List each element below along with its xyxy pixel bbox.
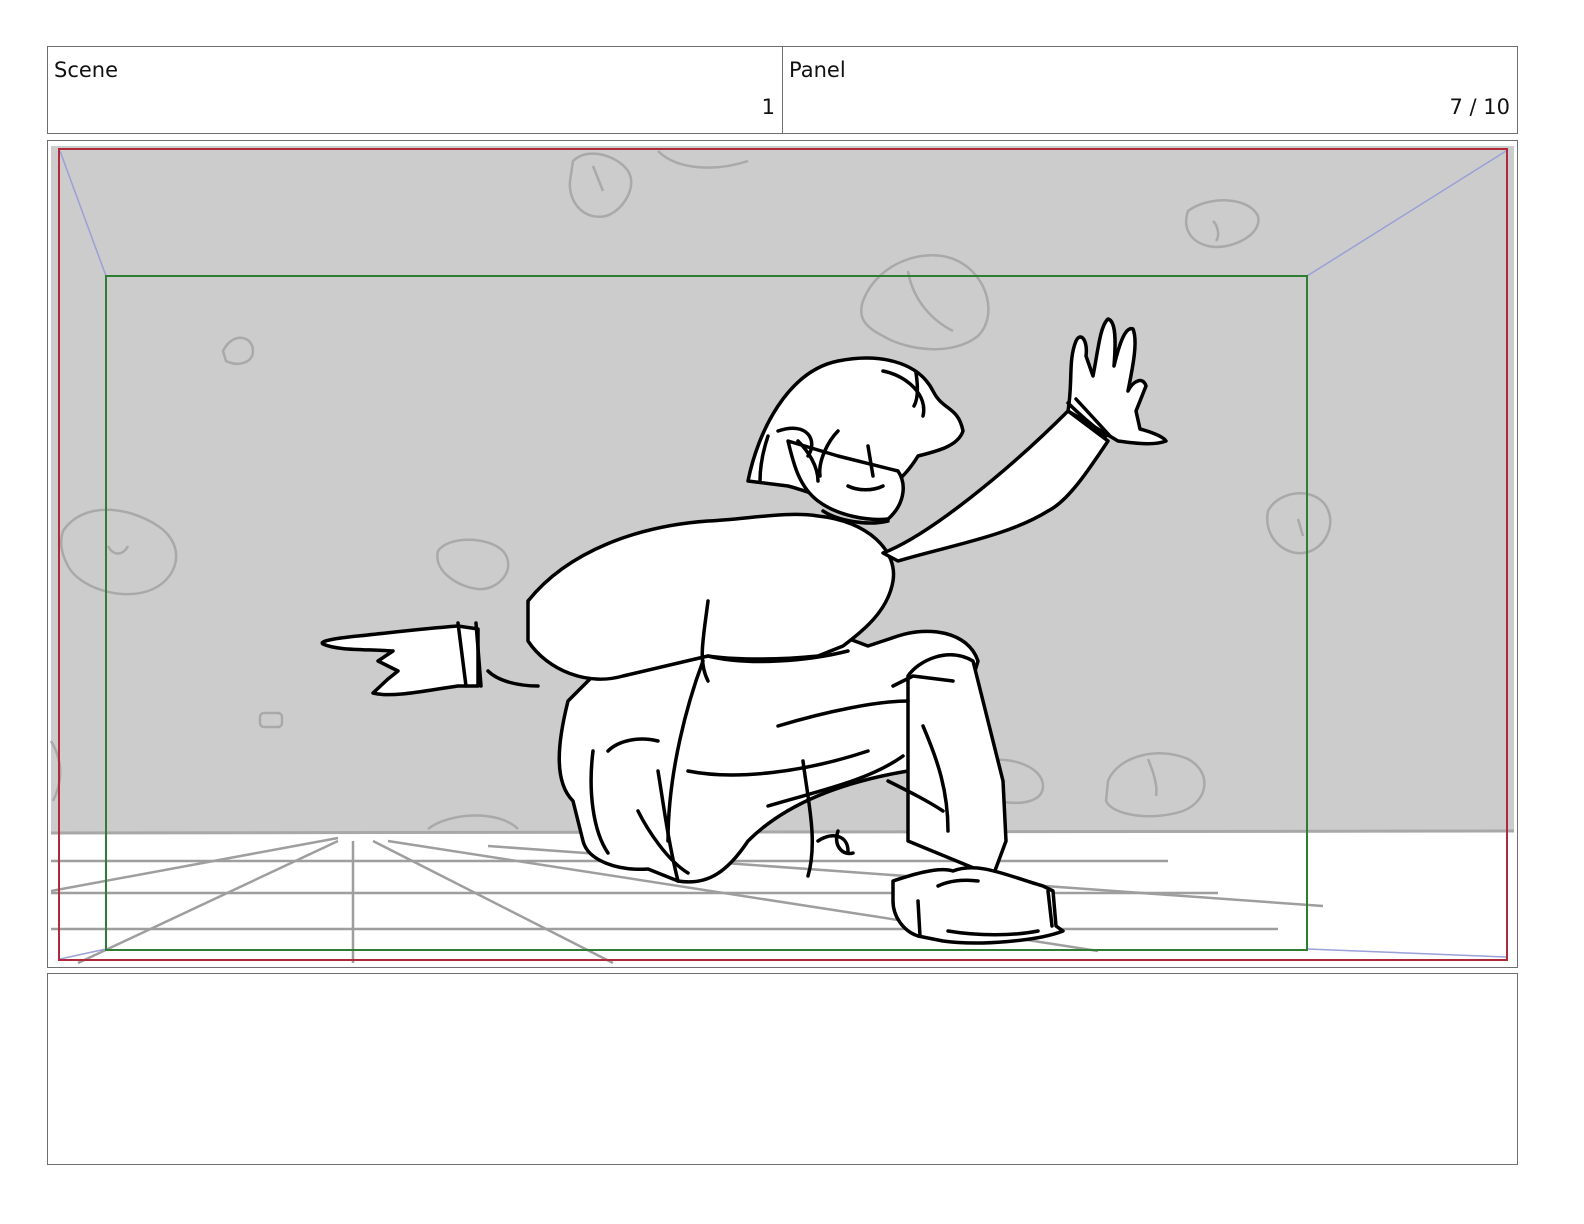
panel-number: 7 / 10 bbox=[1449, 95, 1510, 119]
scene-cell: Scene 1 bbox=[48, 47, 783, 133]
floor bbox=[51, 832, 1514, 964]
storyboard-header: Scene 1 Panel 7 / 10 bbox=[47, 46, 1518, 134]
storyboard-frame bbox=[47, 140, 1518, 968]
notes-area bbox=[47, 973, 1518, 1165]
scene-number: 1 bbox=[761, 95, 775, 119]
sketch-drawing bbox=[49, 146, 1515, 965]
panel-cell: Panel 7 / 10 bbox=[783, 47, 1517, 133]
scene-label: Scene bbox=[54, 58, 119, 82]
panel-label: Panel bbox=[789, 58, 846, 82]
